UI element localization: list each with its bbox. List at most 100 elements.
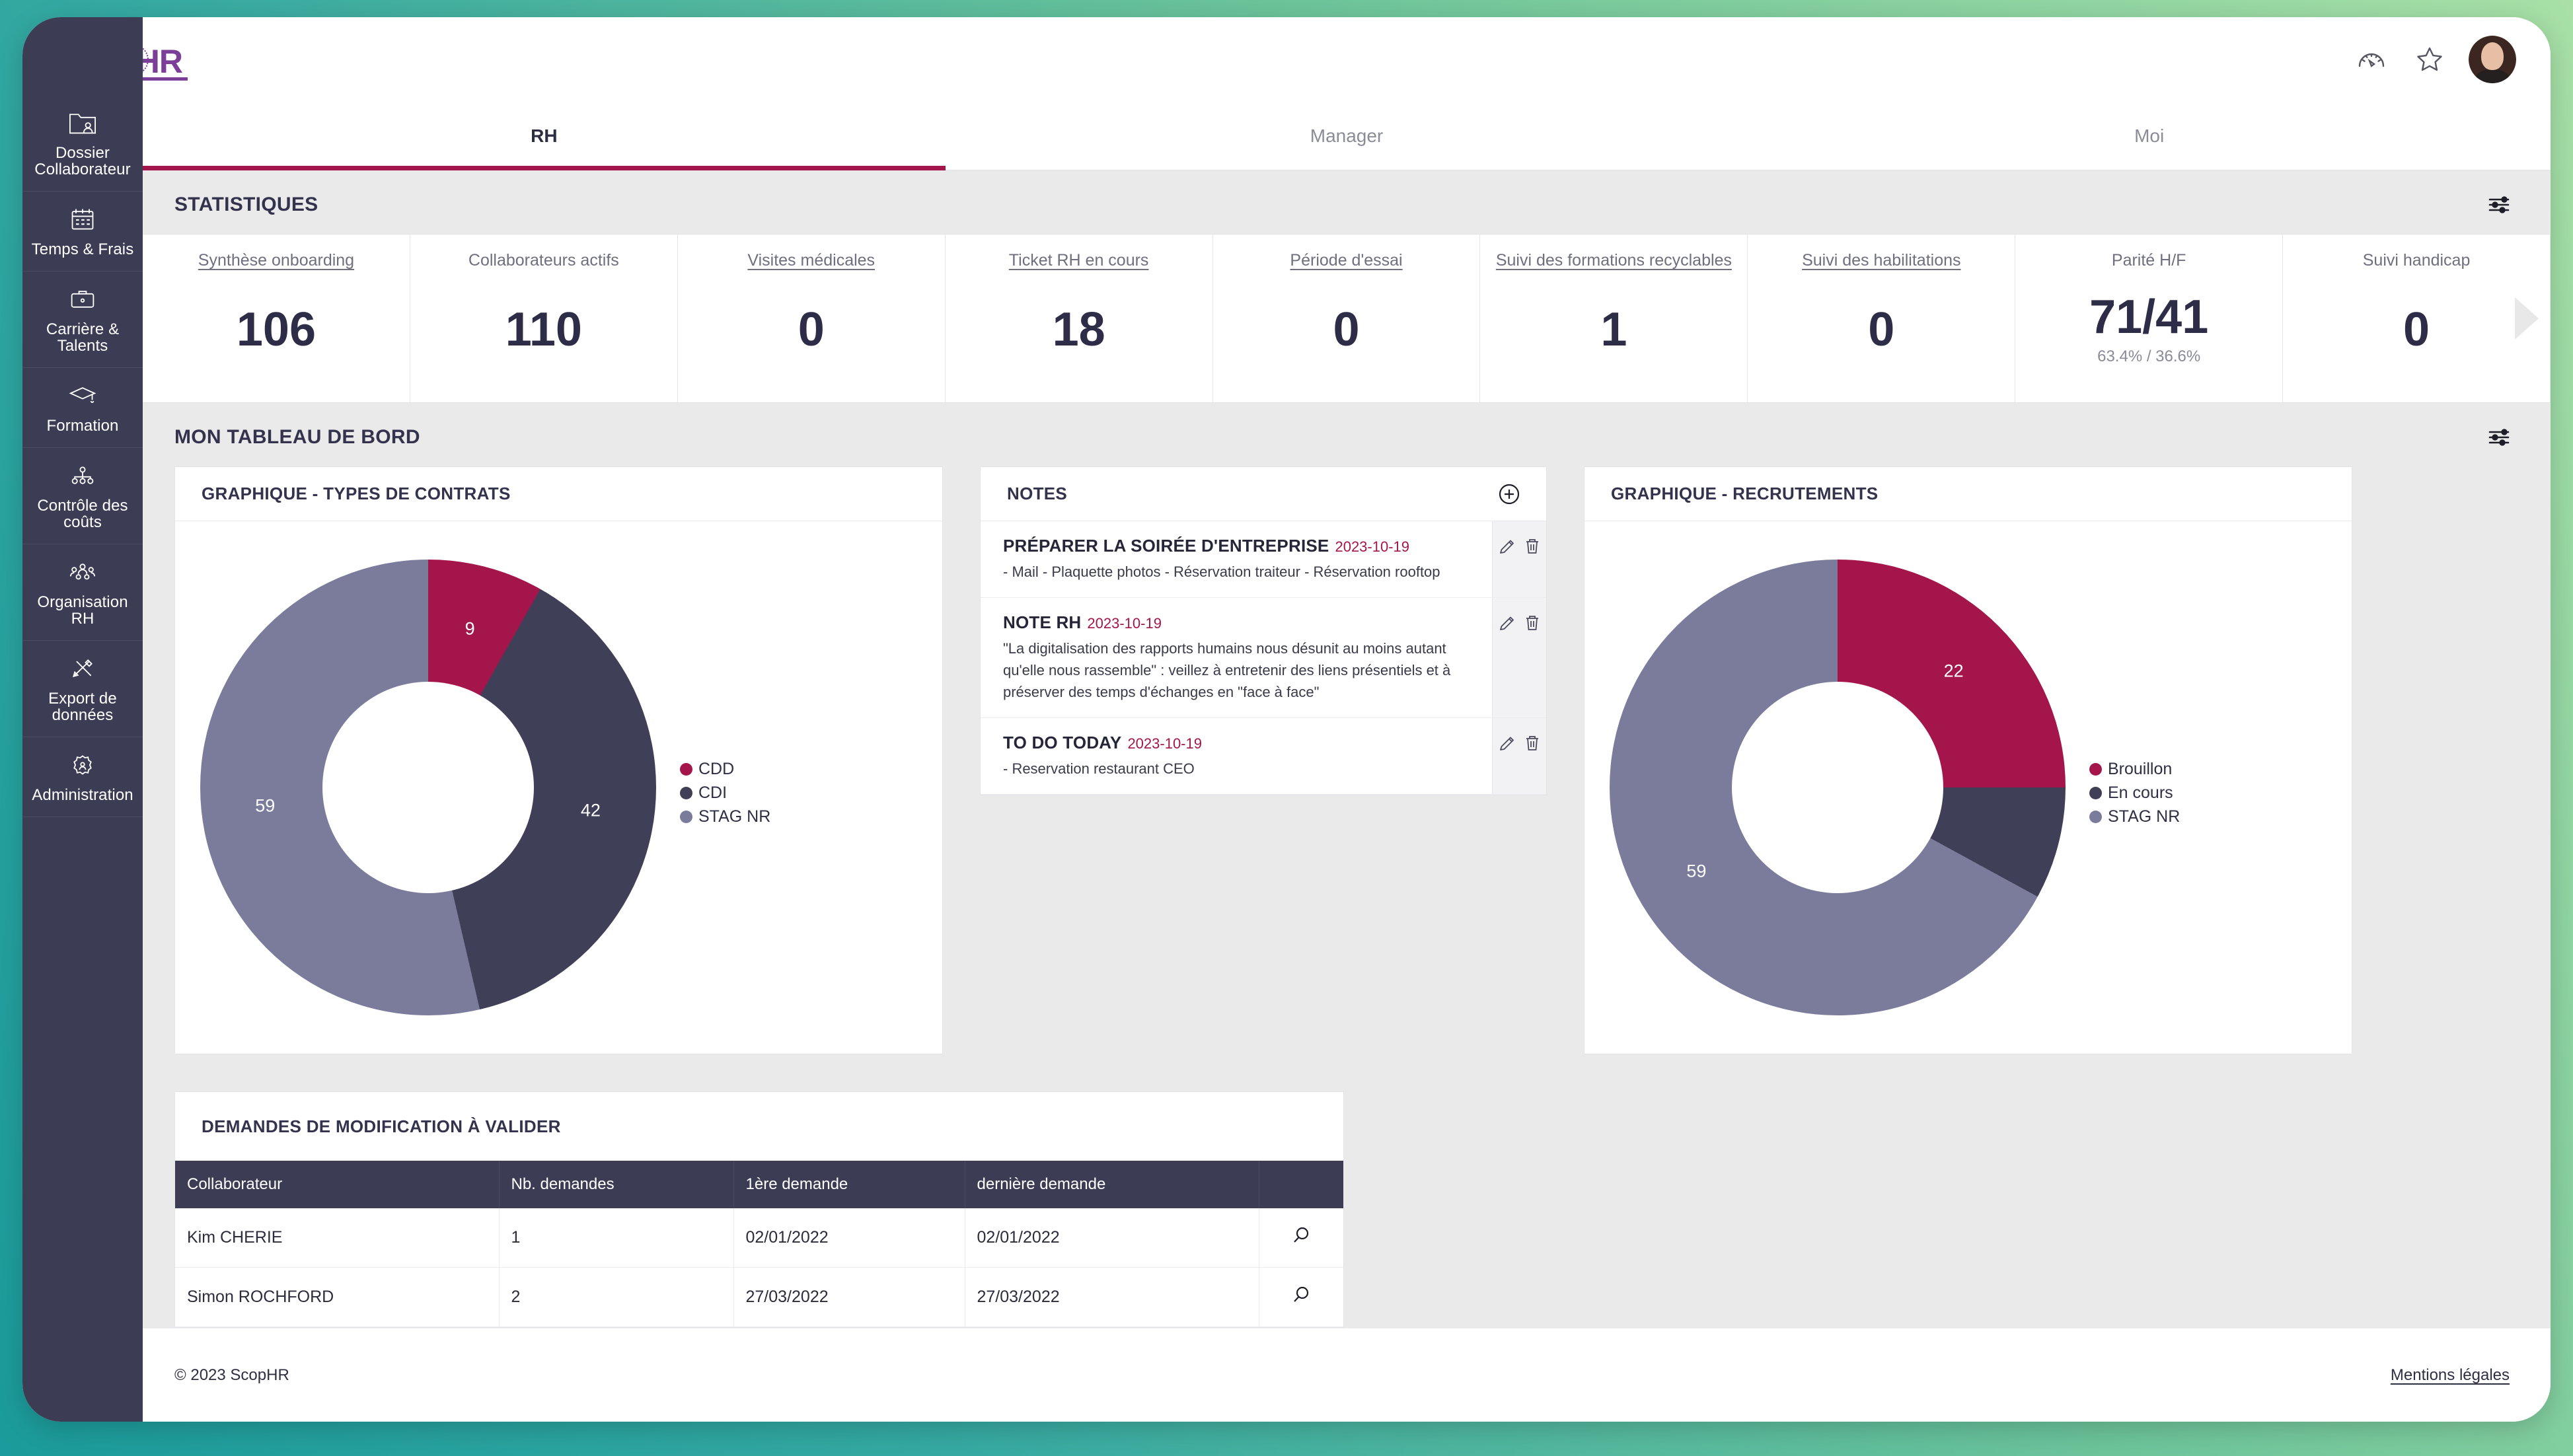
- legend-item[interactable]: CDD: [680, 760, 770, 779]
- stat-value: 0: [2403, 303, 2430, 356]
- stat-label[interactable]: Synthèse onboarding: [198, 250, 354, 270]
- note-date: 2023-10-19: [1087, 615, 1162, 632]
- stat-card-periode-d-essai[interactable]: Période d'essai 0: [1213, 235, 1481, 402]
- chart-legend: Brouillon En cours STAG NR: [2089, 744, 2180, 831]
- legend-color-swatch: [2089, 763, 2102, 776]
- stat-value: 110: [505, 303, 582, 356]
- chart-title: GRAPHIQUE - TYPES DE CONTRATS: [202, 484, 511, 503]
- stat-value: 18: [1052, 303, 1105, 356]
- sidebar-item-temps-frais[interactable]: Temps & Frais: [22, 192, 143, 272]
- trash-icon[interactable]: [1522, 536, 1543, 557]
- gauge-icon[interactable]: [2348, 36, 2395, 83]
- stat-label: Collaborateurs actifs: [468, 251, 619, 270]
- pencil-icon[interactable]: [1497, 733, 1518, 754]
- sliders-icon[interactable]: [2484, 190, 2514, 219]
- top-bar: SCOPHR: [45, 17, 2551, 102]
- plus-circle-icon[interactable]: [1493, 478, 1525, 510]
- chevron-right-icon[interactable]: [2515, 297, 2539, 340]
- stat-label: Suivi handicap: [2362, 251, 2471, 270]
- dashboard-section-header: MON TABLEAU DE BORD: [143, 403, 2551, 466]
- main-tabs: RH Manager Moi: [143, 102, 2551, 170]
- search-icon[interactable]: [1291, 1285, 1311, 1305]
- sidebar-item-label: Export de données: [48, 690, 117, 724]
- note-body: - Mail - Plaquette photos - Réservation …: [1003, 564, 1440, 580]
- column-header-premiere-demande[interactable]: 1ère demande: [733, 1161, 965, 1208]
- avatar[interactable]: [2469, 36, 2516, 83]
- note-body: - Reservation restaurant CEO: [1003, 760, 1195, 777]
- slice-label-brouillon: 22: [1943, 661, 1964, 681]
- pencil-icon[interactable]: [1497, 612, 1518, 634]
- notes-title: NOTES: [1007, 484, 1068, 503]
- slice-label-cdd: 9: [465, 618, 475, 639]
- stat-label[interactable]: Ticket RH en cours: [1009, 250, 1149, 270]
- donut-chart[interactable]: 9 42 59: [200, 560, 656, 1015]
- column-header-derniere-demande[interactable]: dernière demande: [965, 1161, 1259, 1208]
- stat-card-suivi-handicap[interactable]: Suivi handicap 0: [2283, 235, 2551, 402]
- star-icon[interactable]: [2406, 36, 2453, 83]
- legend-color-swatch: [2089, 811, 2102, 823]
- sidebar-item-organisation-rh[interactable]: Organisation RH: [22, 544, 143, 641]
- note-title: PRÉPARER LA SOIRÉE D'ENTREPRISE: [1003, 536, 1329, 556]
- stat-card-collaborateurs-actifs[interactable]: Collaborateurs actifs 110: [410, 235, 678, 402]
- column-header-nb-demandes[interactable]: Nb. demandes: [499, 1161, 734, 1208]
- tab-manager[interactable]: Manager: [946, 102, 1748, 170]
- dashboard-grid: GRAPHIQUE - TYPES DE CONTRATS 9 42 59 CD…: [143, 466, 2551, 1328]
- chart-body: 22 59 Brouillon En cours STAG NR: [1585, 521, 2352, 1054]
- search-icon[interactable]: [1291, 1225, 1311, 1245]
- table-header: Collaborateur Nb. demandes 1ère demande …: [175, 1161, 1343, 1208]
- content-column: SCOPHR: [45, 17, 2551, 1422]
- legal-notice-link[interactable]: Mentions légales: [2391, 1366, 2510, 1385]
- sliders-icon[interactable]: [2484, 423, 2514, 452]
- stat-card-synthese-onboarding[interactable]: Synthèse onboarding 106: [143, 235, 410, 402]
- sidebar-item-carriere-talents[interactable]: Carrière & Talents: [22, 272, 143, 368]
- note-item[interactable]: NOTE RH 2023-10-19 "La digitalisation des…: [981, 598, 1546, 718]
- stat-card-ticket-rh-en-cours[interactable]: Ticket RH en cours 18: [946, 235, 1213, 402]
- legend-label: CDD: [698, 760, 735, 778]
- table-row[interactable]: Simon ROCHFORD 2 27/03/2022 27/03/2022: [175, 1267, 1343, 1327]
- stat-label[interactable]: Période d'essai: [1290, 250, 1402, 270]
- note-item[interactable]: TO DO TODAY 2023-10-19 - Reservation rest…: [981, 718, 1546, 795]
- cell-premiere-demande: 02/01/2022: [733, 1208, 965, 1268]
- sidebar-item-dossier-collaborateur[interactable]: Dossier Collaborateur: [22, 95, 143, 192]
- requests-table-title: DEMANDES DE MODIFICATION À VALIDER: [202, 1116, 561, 1136]
- trash-icon[interactable]: [1522, 612, 1543, 634]
- note-content: NOTE RH 2023-10-19 "La digitalisation des…: [981, 598, 1492, 717]
- pencil-icon[interactable]: [1497, 536, 1518, 557]
- legend-color-swatch: [680, 787, 692, 799]
- tab-moi[interactable]: Moi: [1748, 102, 2551, 170]
- legend-item[interactable]: STAG NR: [680, 807, 770, 826]
- stat-label[interactable]: Suivi des habilitations: [1802, 250, 1960, 270]
- trash-icon[interactable]: [1522, 733, 1543, 754]
- legend-item[interactable]: En cours: [2089, 783, 2180, 803]
- tab-label: Manager: [1310, 125, 1384, 146]
- sidebar-item-label: Formation: [46, 417, 119, 435]
- sidebar-item-administration[interactable]: Administration: [22, 737, 143, 817]
- stat-label[interactable]: Visites médicales: [747, 250, 875, 270]
- slice-label-cdi: 42: [580, 800, 601, 820]
- cell-nb-demandes: 2: [499, 1267, 734, 1327]
- legend-item[interactable]: CDI: [680, 783, 770, 803]
- stat-card-suivi-des-formations-recyclables[interactable]: Suivi des formations recyclables 1: [1480, 235, 1748, 402]
- note-item[interactable]: PRÉPARER LA SOIRÉE D'ENTREPRISE 2023-10-1…: [981, 521, 1546, 598]
- sidebar-item-formation[interactable]: Formation: [22, 368, 143, 448]
- legend-item[interactable]: STAG NR: [2089, 807, 2180, 826]
- sidebar-item-controle-des-couts[interactable]: Contrôle des coûts: [22, 448, 143, 544]
- tab-rh[interactable]: RH: [143, 102, 946, 170]
- table-row[interactable]: Kim CHERIE 1 02/01/2022 02/01/2022: [175, 1208, 1343, 1268]
- donut-chart[interactable]: 22 59: [1610, 560, 2066, 1015]
- legend-item[interactable]: Brouillon: [2089, 760, 2180, 779]
- sidebar-item-label: Organisation RH: [37, 593, 128, 628]
- stat-label[interactable]: Suivi des formations recyclables: [1496, 250, 1732, 270]
- sidebar-item-export-de-donnees[interactable]: Export de données: [22, 641, 143, 737]
- cell-actions: [1259, 1208, 1343, 1268]
- statistics-section-header: STATISTIQUES: [143, 170, 2551, 234]
- page-body: STATISTIQUES Synthèse onboarding 106 Col…: [143, 170, 2551, 1422]
- dashboard-title: MON TABLEAU DE BORD: [174, 426, 420, 448]
- legend-color-swatch: [680, 811, 692, 823]
- stat-card-parite-hf[interactable]: Parité H/F 71/41 63.4% / 36.6%: [2015, 235, 2284, 402]
- column-header-collaborateur[interactable]: Collaborateur: [175, 1161, 500, 1208]
- stat-card-visites-medicales[interactable]: Visites médicales 0: [678, 235, 946, 402]
- stat-card-suivi-des-habilitations[interactable]: Suivi des habilitations 0: [1748, 235, 2016, 402]
- note-date: 2023-10-19: [1127, 735, 1202, 752]
- legend-color-swatch: [680, 763, 692, 776]
